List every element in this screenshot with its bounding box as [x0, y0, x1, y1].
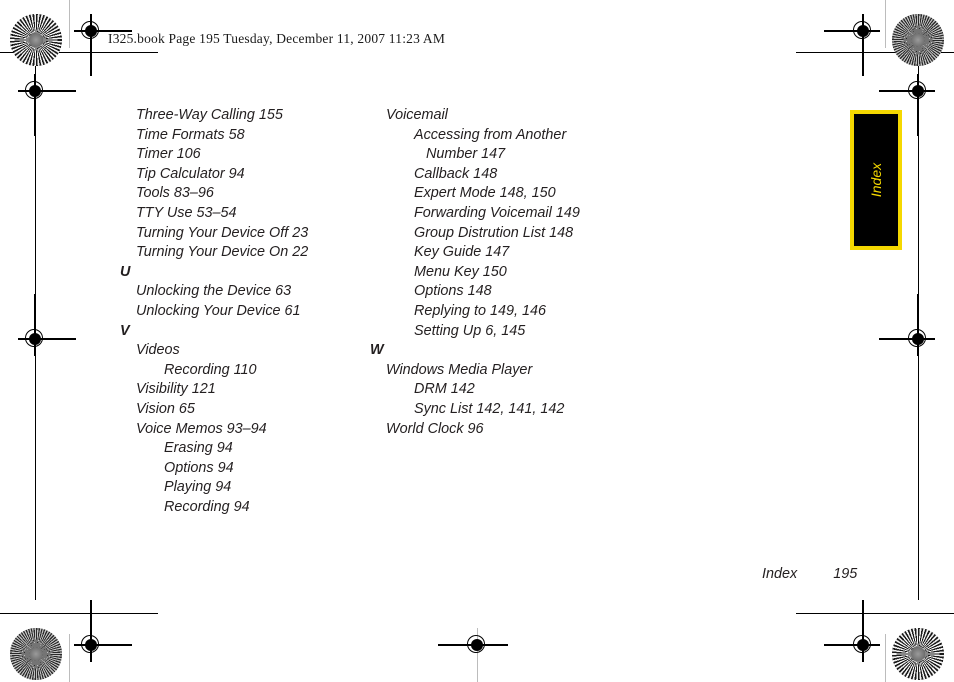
star-target-top-right	[892, 14, 944, 66]
target-dot	[29, 333, 41, 345]
index-entry: Erasing 94	[164, 440, 233, 457]
index-section-letter: U	[120, 263, 131, 280]
index-entry: Accessing from Another	[414, 126, 567, 143]
trim-line-right-gutter-bottom	[885, 634, 887, 682]
star-target-top-left	[10, 14, 62, 66]
index-entry: Forwarding Voicemail 149	[414, 204, 580, 221]
page-footer: Index 195	[762, 566, 857, 582]
index-entry: Timer 106	[136, 146, 201, 163]
index-entry: Voice Memos 93–94	[136, 420, 267, 437]
footer-section-label: Index	[762, 566, 798, 582]
target-dot	[29, 85, 41, 97]
index-entry: Callback 148	[414, 165, 498, 182]
index-entry: Time Formats 58	[136, 126, 245, 143]
index-entry: Turning Your Device On 22	[136, 244, 309, 261]
index-entry: Key Guide 147	[414, 244, 510, 261]
index-entry: Group Distrution List 148	[414, 224, 574, 241]
book-header-line: I325.book Page 195 Tuesday, December 11,…	[108, 31, 446, 46]
trim-line-right-gutter	[885, 0, 887, 48]
star-core	[911, 33, 925, 47]
target-dot	[912, 333, 924, 345]
index-entry: Menu Key 150	[414, 263, 507, 280]
index-entry: Voicemail	[386, 107, 448, 123]
target-dot	[85, 25, 97, 37]
index-entry: World Clock 96	[386, 420, 484, 437]
target-dot	[857, 639, 869, 651]
index-entry: Number 147	[426, 146, 506, 163]
trim-line-bottom-right-horizontal	[796, 613, 954, 615]
index-entry: Recording 94	[164, 498, 250, 515]
registration-target-top-left	[74, 14, 132, 76]
crosshair-horizontal	[824, 30, 880, 32]
registration-target-right-middle	[879, 294, 935, 356]
index-section-letter: W	[370, 342, 384, 359]
index-entry: Tools 83–96	[136, 185, 214, 202]
index-entry: Videos	[136, 342, 180, 359]
index-column-right: Voicemail Accessing from Another Number 14…	[370, 106, 620, 439]
index-entry: Tip Calculator 94	[136, 165, 245, 182]
index-entry: Recording 110	[164, 361, 257, 378]
registration-target-bottom-right	[824, 600, 880, 662]
index-entry: Replying to 149, 146	[414, 302, 547, 319]
index-column-left: Three-Way Calling 155 Time Formats 58 Time…	[120, 106, 350, 517]
index-entry: Unlocking Your Device 61	[136, 302, 301, 319]
registration-target-right-upper	[879, 74, 935, 136]
star-target-bottom-left	[10, 628, 62, 680]
target-dot	[85, 639, 97, 651]
footer-page-number: 195	[833, 566, 858, 582]
star-core	[29, 33, 43, 47]
trim-line-left-gutter	[69, 0, 71, 48]
index-entry: Turning Your Device Off 23	[136, 224, 309, 241]
crosshair-horizontal	[879, 90, 935, 92]
side-tab-label: Index	[868, 162, 884, 198]
index-entry: Three-Way Calling 155	[136, 107, 283, 123]
registration-target-top-right	[824, 14, 880, 76]
index-entry: Vision 65	[136, 400, 195, 417]
trim-line-left-gutter-bottom	[69, 634, 71, 682]
index-entry: Playing 94	[164, 479, 232, 496]
index-section-letter: V	[120, 322, 130, 339]
index-entry: Expert Mode 148, 150	[414, 185, 556, 202]
registration-target-left-middle	[18, 294, 76, 356]
index-entry: Options 94	[164, 459, 234, 476]
registration-target-bottom-left	[74, 600, 132, 662]
index-entry: Windows Media Player	[386, 361, 533, 378]
star-core	[911, 647, 925, 661]
crosshair-horizontal	[824, 644, 880, 646]
index-entry: DRM 142	[414, 381, 475, 398]
index-entry: Sync List 142, 141, 142	[414, 400, 565, 417]
trim-line-bottom-left-horizontal	[0, 613, 158, 615]
index-entry: Setting Up 6, 145	[414, 322, 526, 339]
side-tab-index[interactable]: Index	[850, 110, 902, 250]
index-entry: Options 148	[414, 283, 492, 300]
star-core	[29, 647, 43, 661]
index-entry: Unlocking the Device 63	[136, 283, 292, 300]
target-dot	[471, 639, 483, 651]
crosshair-horizontal	[879, 338, 935, 340]
star-target-bottom-right	[892, 628, 944, 680]
registration-target-left-upper	[18, 74, 76, 136]
index-entry: Visibility 121	[136, 381, 216, 398]
target-dot	[857, 25, 869, 37]
index-entry: TTY Use 53–54	[136, 204, 237, 221]
registration-target-bottom-center	[438, 628, 508, 662]
target-dot	[912, 85, 924, 97]
